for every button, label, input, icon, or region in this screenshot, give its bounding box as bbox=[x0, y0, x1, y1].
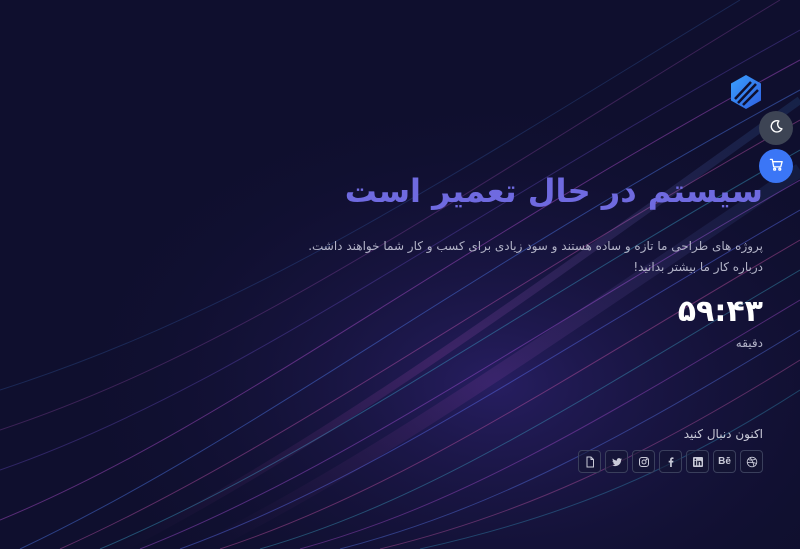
logo-icon bbox=[727, 73, 765, 111]
behance-icon: Bē bbox=[718, 456, 731, 467]
linkedin-link[interactable] bbox=[686, 450, 709, 473]
moon-icon bbox=[769, 119, 784, 138]
countdown-label: دقیقه bbox=[735, 336, 763, 350]
facebook-icon bbox=[668, 456, 673, 467]
twitter-link[interactable] bbox=[605, 450, 628, 473]
facebook-link[interactable] bbox=[659, 450, 682, 473]
file-icon bbox=[586, 456, 594, 467]
twitter-icon bbox=[611, 457, 622, 466]
page-description: پروژه های طراحی ما تازه و ساده هستند و س… bbox=[308, 239, 763, 274]
follow-label: اکنون دنبال کنید bbox=[683, 427, 763, 441]
behance-link[interactable]: Bē bbox=[713, 450, 736, 473]
instagram-link[interactable] bbox=[632, 450, 655, 473]
social-links: Bē bbox=[578, 450, 763, 473]
dribbble-icon bbox=[746, 456, 757, 467]
file-link[interactable] bbox=[578, 450, 601, 473]
cart-button[interactable] bbox=[759, 149, 793, 183]
dribbble-link[interactable] bbox=[740, 450, 763, 473]
cart-icon bbox=[769, 157, 784, 176]
theme-toggle-button[interactable] bbox=[759, 111, 793, 145]
instagram-icon bbox=[638, 456, 649, 467]
page-title: سیستم در حال تعمیر است bbox=[344, 172, 764, 210]
countdown-value: ۵۹:۴۳ bbox=[677, 294, 763, 329]
linkedin-icon bbox=[692, 456, 703, 467]
